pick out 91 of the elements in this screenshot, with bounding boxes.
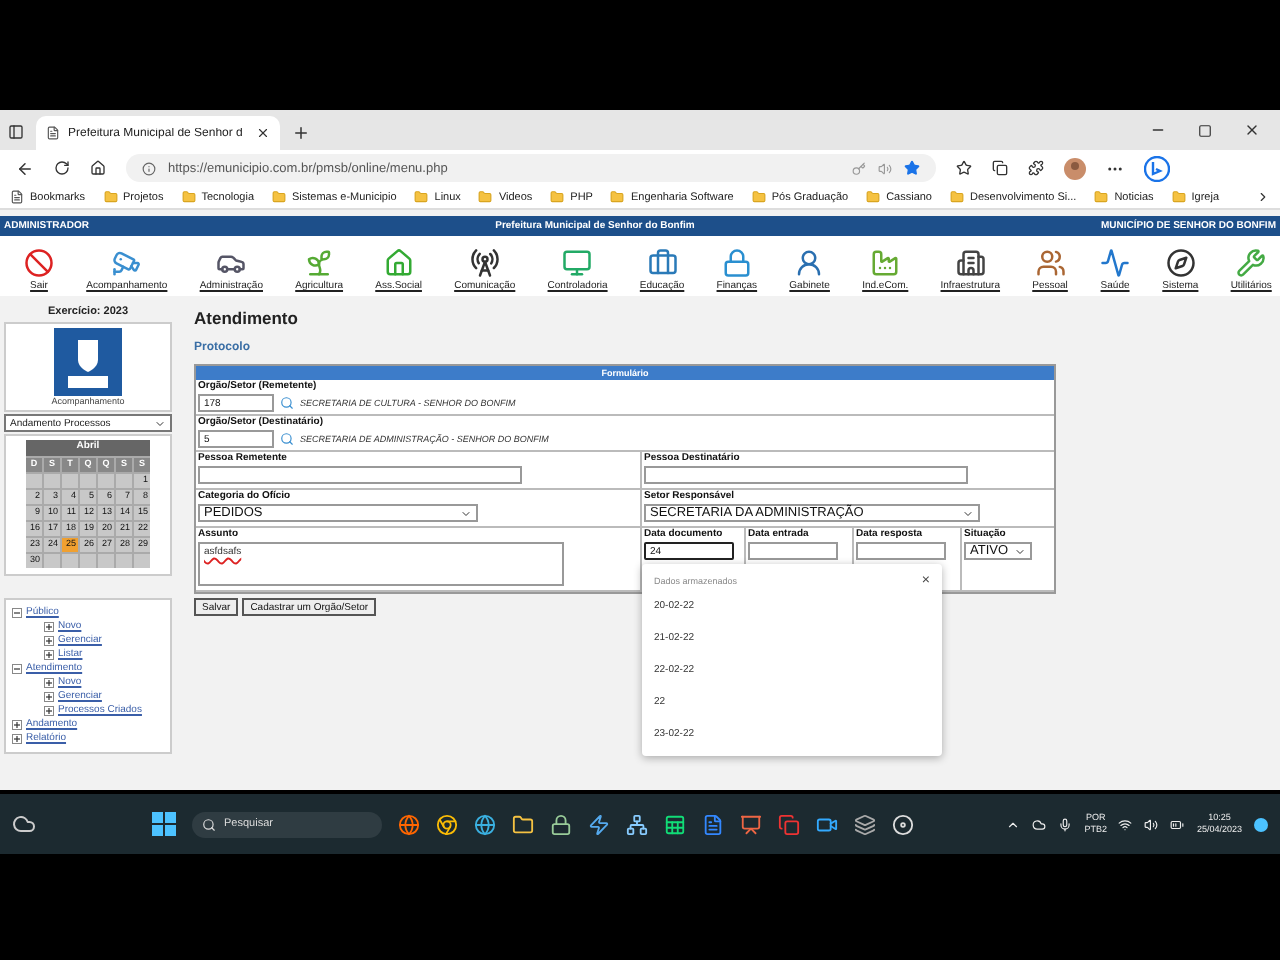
layers-icon[interactable] <box>854 813 876 835</box>
new-tab-icon[interactable] <box>292 124 310 142</box>
folder-icon <box>414 190 429 204</box>
caret-icon <box>460 507 472 519</box>
folder-icon <box>751 190 766 204</box>
page-icon <box>10 190 24 204</box>
expand-icon[interactable] <box>44 705 54 715</box>
refresh-icon[interactable] <box>54 160 70 176</box>
info-icon[interactable] <box>142 161 156 175</box>
folder-icon <box>950 190 964 204</box>
network-icon[interactable] <box>626 813 648 835</box>
notification-icon[interactable] <box>1254 817 1268 831</box>
expand-icon[interactable] <box>44 649 54 659</box>
search-icon[interactable] <box>280 432 294 446</box>
person-icon <box>794 248 825 278</box>
folder-icon <box>181 190 196 204</box>
circle-logo-icon[interactable] <box>436 813 458 835</box>
factory-icon <box>870 248 901 278</box>
speaker-icon[interactable] <box>1144 817 1159 831</box>
globe-icon[interactable] <box>398 813 420 835</box>
microphone-icon[interactable] <box>1058 817 1073 831</box>
emblem-logo-icon <box>54 328 122 396</box>
search-icon <box>202 817 216 831</box>
presentation-icon[interactable] <box>740 813 762 835</box>
date-input[interactable] <box>748 542 838 560</box>
no-entry-icon <box>24 248 54 278</box>
leaf-icon <box>304 248 335 278</box>
caret-icon <box>962 507 974 519</box>
home-icon[interactable] <box>90 160 106 176</box>
lightning-icon[interactable] <box>588 813 610 835</box>
compass-icon <box>1165 248 1196 278</box>
collections-icon[interactable] <box>992 160 1008 176</box>
page-title: Atendimento <box>194 308 300 328</box>
folder-icon <box>550 190 565 204</box>
chevron-up-icon[interactable] <box>1006 817 1021 831</box>
expand-icon[interactable] <box>44 621 54 631</box>
bing-logo-icon[interactable] <box>1144 155 1170 181</box>
folder-icon[interactable] <box>512 813 534 835</box>
maximize-icon[interactable] <box>1198 123 1212 137</box>
caret-icon <box>154 417 166 429</box>
pulse-icon <box>1100 248 1131 278</box>
disc-icon[interactable] <box>892 813 914 835</box>
folder-icon <box>610 190 625 204</box>
folder-icon <box>103 190 118 204</box>
collapse-icon[interactable] <box>12 663 22 673</box>
favorites-icon[interactable] <box>956 160 972 176</box>
house-icon <box>383 248 414 278</box>
browser-icon[interactable] <box>474 813 496 835</box>
spreadsheet-icon[interactable] <box>664 813 686 835</box>
folder-icon <box>272 190 286 204</box>
close-icon[interactable] <box>1244 122 1260 138</box>
padlock-icon <box>721 248 752 278</box>
window-icon[interactable] <box>778 813 800 835</box>
expand-icon[interactable] <box>12 719 22 729</box>
antenna-icon <box>469 248 500 278</box>
camera-icon <box>111 248 142 278</box>
folder-icon <box>866 190 881 204</box>
battery-icon[interactable] <box>1170 817 1185 831</box>
people-icon <box>1035 248 1066 278</box>
close-icon[interactable] <box>256 126 270 140</box>
expand-icon[interactable] <box>12 733 22 743</box>
more-bookmarks-icon[interactable] <box>1256 190 1270 204</box>
input-field[interactable] <box>198 466 522 484</box>
expand-icon[interactable] <box>44 677 54 687</box>
search-icon[interactable] <box>280 396 294 410</box>
building-icon <box>955 248 986 278</box>
padlock-icon[interactable] <box>550 813 572 835</box>
document-icon[interactable] <box>702 813 724 835</box>
wrench-icon <box>1236 248 1267 278</box>
folder-icon <box>1094 190 1109 204</box>
back-icon[interactable] <box>16 159 34 177</box>
input-field[interactable] <box>644 466 968 484</box>
expand-icon[interactable] <box>44 691 54 701</box>
caret-icon <box>1014 545 1026 557</box>
video-icon[interactable] <box>816 813 838 835</box>
extensions-icon[interactable] <box>1028 160 1044 176</box>
folder-icon <box>1171 190 1186 204</box>
monitor-icon <box>562 248 593 278</box>
start-icon[interactable] <box>152 812 176 836</box>
collapse-icon[interactable] <box>12 607 22 617</box>
folder-icon <box>478 190 493 204</box>
date-input[interactable] <box>856 542 946 560</box>
tab-actions-icon[interactable] <box>8 124 24 140</box>
wifi-icon[interactable] <box>1118 817 1133 831</box>
briefcase-icon <box>647 248 678 278</box>
cloud-icon[interactable] <box>1032 817 1047 831</box>
avatar-icon[interactable] <box>1064 157 1086 179</box>
expand-icon[interactable] <box>44 635 54 645</box>
page-icon <box>46 126 60 140</box>
weather-icon[interactable] <box>12 812 36 836</box>
star-icon[interactable] <box>904 160 920 176</box>
